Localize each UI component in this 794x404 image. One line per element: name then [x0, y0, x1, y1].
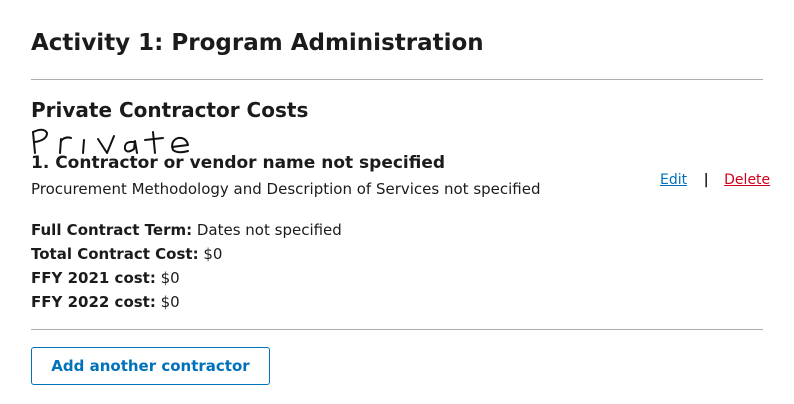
edit-link[interactable]: Edit — [660, 172, 687, 188]
detail-value: $0 — [155, 269, 180, 287]
contractor-name: 1. Contractor or vendor name not specifi… — [31, 153, 446, 173]
contract-details: Full Contract Term: Dates not specified … — [31, 218, 342, 314]
page-title: Activity 1: Program Administration — [31, 30, 484, 56]
detail-value: $0 — [198, 245, 223, 263]
contractor-description: Procurement Methodology and Description … — [31, 180, 541, 198]
detail-value: $0 — [155, 293, 180, 311]
contractor-actions: Edit | Delete — [660, 169, 770, 191]
detail-label: FFY 2022 cost: — [31, 293, 156, 311]
delete-link[interactable]: Delete — [724, 172, 770, 188]
detail-label: FFY 2021 cost: — [31, 269, 156, 287]
detail-total-contract-cost: Total Contract Cost: $0 — [31, 242, 342, 266]
detail-ffy-2022-cost: FFY 2022 cost: $0 — [31, 290, 342, 314]
section-title: Private Contractor Costs — [31, 98, 309, 122]
detail-label: Total Contract Cost: — [31, 245, 199, 263]
detail-label: Full Contract Term: — [31, 221, 193, 239]
add-contractor-button[interactable]: Add another contractor — [31, 347, 270, 385]
section-divider-bottom — [31, 329, 763, 330]
detail-ffy-2021-cost: FFY 2021 cost: $0 — [31, 266, 342, 290]
detail-value: Dates not specified — [192, 221, 342, 239]
section-divider-top — [31, 79, 763, 80]
action-separator: | — [703, 172, 709, 188]
detail-full-contract-term: Full Contract Term: Dates not specified — [31, 218, 342, 242]
